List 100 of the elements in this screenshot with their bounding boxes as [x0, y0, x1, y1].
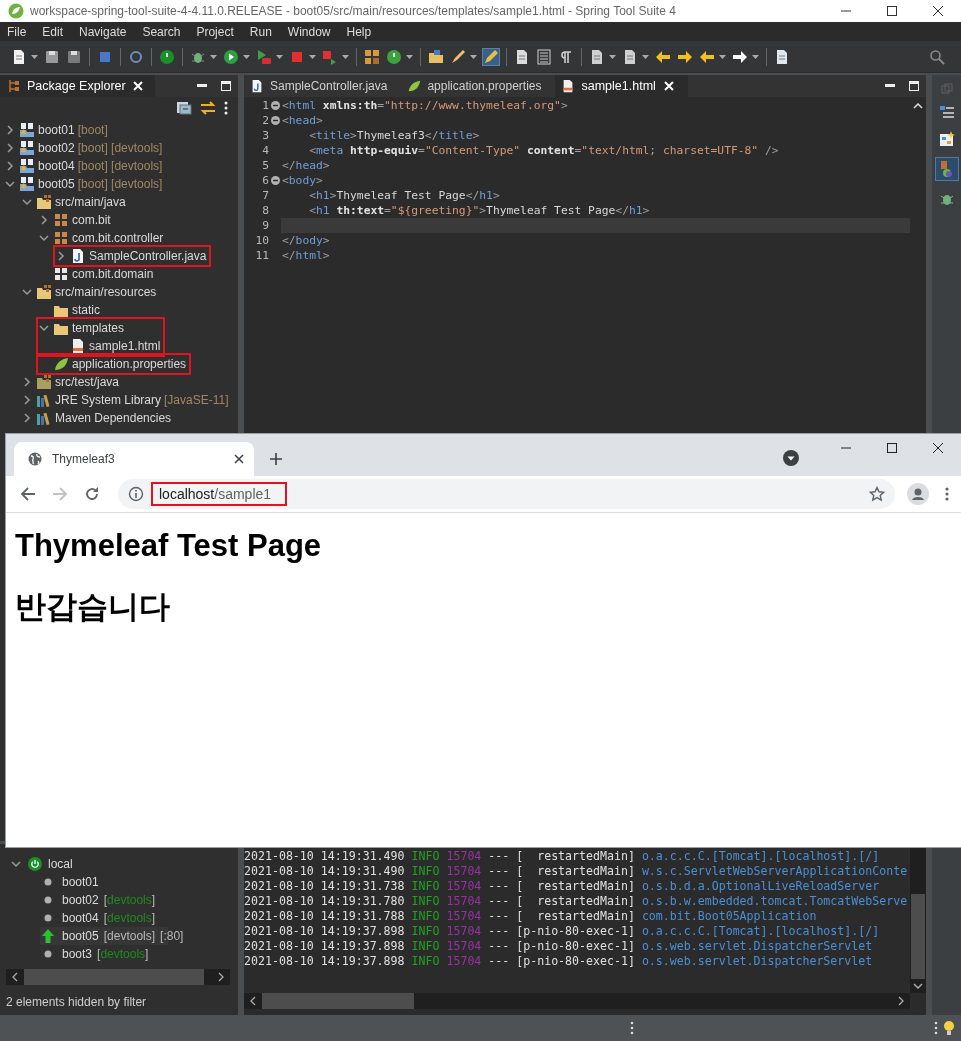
previous-annotation-icon[interactable] [622, 48, 638, 65]
fold-icon[interactable] [270, 116, 280, 125]
browser-tab[interactable]: Thymeleaf3 [14, 442, 254, 476]
tree-item[interactable]: boot02 [38, 141, 75, 155]
avatar-icon[interactable] [907, 483, 929, 505]
chevron-icon[interactable] [10, 858, 22, 870]
editor-tab[interactable]: application.properties [401, 75, 556, 97]
info-icon[interactable] [128, 486, 144, 502]
chevron-icon[interactable] [4, 142, 16, 154]
list-icon[interactable] [536, 48, 552, 65]
tree-item[interactable]: SampleController.java [89, 249, 207, 263]
plus-icon[interactable] [270, 453, 282, 465]
maximize-icon[interactable] [886, 5, 898, 17]
tree-item[interactable]: JRE System Library [55, 393, 162, 407]
tree-item[interactable]: src/main/resources [55, 285, 157, 299]
link-icon[interactable] [200, 101, 216, 115]
tree-item[interactable]: application.properties [72, 357, 187, 371]
tree-item[interactable]: boot04 [38, 159, 75, 173]
tree-item[interactable]: boot05 [38, 177, 75, 191]
caret-icon[interactable] [752, 54, 759, 59]
right-arrow-icon[interactable] [732, 48, 748, 65]
marker-icon[interactable] [483, 48, 499, 65]
menu-item[interactable]: Run [243, 24, 282, 39]
chevron-icon[interactable] [4, 178, 16, 190]
boot-dashboard-icon[interactable] [934, 157, 959, 181]
light-bulb-icon[interactable] [943, 1020, 955, 1036]
app-name[interactable]: boot04 [62, 911, 99, 925]
tree-item[interactable]: src/test/java [55, 375, 120, 389]
chevron-icon[interactable] [4, 160, 16, 172]
brush-icon[interactable] [450, 48, 466, 65]
tree-item[interactable]: com.bit [72, 213, 111, 227]
close-icon[interactable] [932, 5, 944, 17]
chevron-icon[interactable] [55, 250, 67, 262]
menu-item[interactable]: Help [340, 24, 382, 39]
scrollbar[interactable] [6, 969, 230, 985]
relaunch-icon[interactable] [322, 48, 338, 65]
editor-tab[interactable]: sample1.html [555, 75, 688, 97]
view-tab[interactable]: Package Explorer [0, 75, 155, 97]
app-name[interactable]: boot01 [62, 875, 99, 889]
save-all-icon[interactable] [66, 48, 82, 65]
menu-item[interactable]: Window [281, 24, 341, 39]
collapse-all-icon[interactable] [176, 101, 192, 115]
kebab-menu-icon[interactable] [630, 1021, 634, 1035]
caret-icon[interactable] [309, 54, 316, 59]
app-name[interactable]: boot3 [62, 947, 93, 961]
back-icon[interactable] [20, 486, 36, 502]
menu-item[interactable]: Edit [36, 24, 74, 39]
caret-icon[interactable] [243, 54, 250, 59]
kebab-menu-icon[interactable] [934, 1021, 938, 1035]
tree-item[interactable]: src/main/java [55, 195, 126, 209]
caret-icon[interactable] [31, 54, 38, 59]
play-icon[interactable] [223, 48, 239, 65]
tree-item[interactable]: Maven Dependencies [55, 411, 172, 425]
address-bar[interactable]: localhost/sample1 [118, 479, 895, 509]
tree-item[interactable]: boot01 [38, 123, 75, 137]
chevron-icon[interactable] [21, 286, 33, 298]
chevron-icon[interactable] [38, 322, 50, 334]
menu-item[interactable]: Navigate [73, 24, 137, 39]
task-list-icon[interactable] [938, 131, 955, 147]
caret-icon[interactable] [406, 54, 413, 59]
caret-icon[interactable] [719, 54, 726, 59]
tab-search-icon[interactable] [783, 450, 799, 466]
tree-item[interactable]: local [48, 857, 73, 871]
tree-item[interactable]: sample1.html [89, 339, 161, 353]
run-icon[interactable] [256, 48, 272, 65]
document-icon[interactable] [514, 48, 530, 65]
caret-icon[interactable] [210, 54, 217, 59]
app-name[interactable]: boot05 [62, 929, 99, 943]
close-icon[interactable] [234, 454, 244, 464]
save-icon[interactable] [44, 48, 60, 65]
menu-item[interactable]: Project [190, 24, 244, 39]
tree-item[interactable]: templates [72, 321, 125, 335]
chevron-icon[interactable] [4, 124, 16, 136]
caret-icon[interactable] [609, 54, 616, 59]
reload-icon[interactable] [84, 486, 100, 502]
caret-icon[interactable] [276, 54, 283, 59]
tree-item[interactable]: com.bit.controller [72, 231, 164, 245]
fold-icon[interactable] [270, 101, 280, 110]
fold-icon[interactable] [270, 176, 280, 185]
chevron-icon[interactable] [21, 412, 33, 424]
close-icon[interactable] [932, 442, 944, 454]
caret-icon[interactable] [342, 54, 349, 59]
chevron-icon[interactable] [38, 232, 50, 244]
forward-arrow-icon[interactable] [677, 48, 693, 65]
menu-item[interactable]: Search [136, 24, 191, 39]
new-file-icon[interactable] [11, 48, 27, 65]
next-annotation-icon[interactable] [589, 48, 605, 65]
power-icon[interactable] [159, 48, 175, 65]
kebab-menu-icon[interactable] [945, 486, 949, 502]
kebab-menu-icon[interactable] [224, 101, 228, 115]
folder-icon[interactable] [428, 48, 444, 65]
caret-icon[interactable] [470, 54, 477, 59]
app-name[interactable]: boot02 [62, 893, 99, 907]
tree-item[interactable]: static [72, 303, 100, 317]
search-icon[interactable] [929, 48, 945, 65]
chevron-icon[interactable] [21, 196, 33, 208]
chevron-icon[interactable] [38, 214, 50, 226]
refresh-icon[interactable] [386, 48, 402, 65]
breakpoint-icon[interactable] [128, 48, 144, 65]
chevron-icon[interactable] [21, 376, 33, 388]
